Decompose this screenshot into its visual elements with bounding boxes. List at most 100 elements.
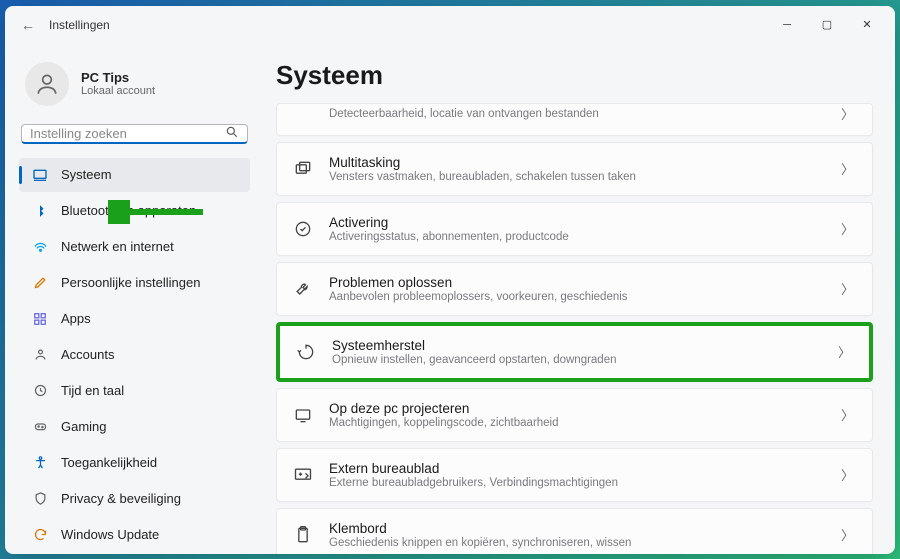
card-problemen[interactable]: Problemen oplossen Aanbevolen probleemop… bbox=[276, 262, 873, 316]
card-sub: Externe bureaubladgebruikers, Verbinding… bbox=[329, 477, 823, 489]
card-title: Extern bureaublad bbox=[329, 461, 823, 476]
chevron-right-icon: 〉 bbox=[834, 342, 855, 361]
app-title: Instellingen bbox=[49, 18, 110, 32]
page-title: Systeem bbox=[276, 60, 873, 91]
card-sub: Opnieuw instellen, geavanceerd opstarten… bbox=[332, 354, 820, 366]
card-title: Multitasking bbox=[329, 155, 823, 170]
chevron-right-icon: 〉 bbox=[837, 525, 858, 544]
card-title: Klembord bbox=[329, 521, 823, 536]
person-icon bbox=[34, 71, 60, 97]
chevron-right-icon: 〉 bbox=[837, 219, 858, 238]
clipboard-icon bbox=[291, 525, 315, 545]
card-nearby-share[interactable]: Detecteerbaarheid, locatie van ontvangen… bbox=[276, 103, 873, 136]
sidebar-item-bluetooth[interactable]: Bluetooth en apparaten bbox=[19, 194, 250, 228]
card-sub: Detecteerbaarheid, locatie van ontvangen… bbox=[329, 108, 823, 120]
apps-icon bbox=[31, 312, 49, 326]
card-text: Op deze pc projecteren Machtigingen, kop… bbox=[329, 401, 823, 429]
sidebar-item-label: Accounts bbox=[61, 347, 114, 362]
sidebar-item-apps[interactable]: Apps bbox=[19, 302, 250, 336]
content-area: Systeem Detecteerbaarheid, locatie van o… bbox=[260, 44, 895, 554]
project-icon bbox=[291, 405, 315, 425]
sidebar-item-label: Persoonlijke instellingen bbox=[61, 275, 200, 290]
card-multitasking[interactable]: Multitasking Vensters vastmaken, bureaub… bbox=[276, 142, 873, 196]
card-text: Klembord Geschiedenis knippen en kopiëre… bbox=[329, 521, 823, 549]
update-icon bbox=[31, 527, 49, 542]
titlebar: ← Instellingen ─ ▢ ✕ bbox=[5, 6, 895, 44]
sidebar-item-label: Apps bbox=[61, 311, 91, 326]
sidebar-item-label: Toegankelijkheid bbox=[61, 455, 157, 470]
search-box[interactable] bbox=[21, 124, 248, 144]
sidebar-item-accounts[interactable]: Accounts bbox=[19, 338, 250, 372]
sidebar-item-tijd[interactable]: Tijd en taal bbox=[19, 374, 250, 408]
recovery-icon bbox=[294, 342, 318, 362]
user-name: PC Tips bbox=[81, 70, 155, 85]
privacy-icon bbox=[31, 491, 49, 506]
card-sub: Aanbevolen probleemoplossers, voorkeuren… bbox=[329, 291, 823, 303]
time-icon bbox=[31, 383, 49, 398]
maximize-button[interactable]: ▢ bbox=[807, 9, 847, 41]
back-button[interactable]: ← bbox=[13, 17, 43, 33]
sidebar-item-systeem[interactable]: Systeem bbox=[19, 158, 250, 192]
card-text: Detecteerbaarheid, locatie van ontvangen… bbox=[329, 107, 823, 120]
accounts-icon bbox=[31, 347, 49, 362]
multitasking-icon bbox=[291, 159, 315, 179]
card-text: Problemen oplossen Aanbevolen probleemop… bbox=[329, 275, 823, 303]
card-extern-bureaublad[interactable]: Extern bureaublad Externe bureaubladgebr… bbox=[276, 448, 873, 502]
card-title: Problemen oplossen bbox=[329, 275, 823, 290]
card-sub: Geschiedenis knippen en kopiëren, synchr… bbox=[329, 537, 823, 549]
sidebar-item-privacy[interactable]: Privacy & beveiliging bbox=[19, 482, 250, 516]
user-subtitle: Lokaal account bbox=[81, 85, 155, 97]
gaming-icon bbox=[31, 419, 49, 434]
minimize-button[interactable]: ─ bbox=[767, 9, 807, 41]
window-controls: ─ ▢ ✕ bbox=[767, 9, 887, 41]
troubleshoot-icon bbox=[291, 279, 315, 299]
body: PC Tips Lokaal account Systeem bbox=[5, 44, 895, 554]
system-icon bbox=[31, 167, 49, 183]
card-sub: Vensters vastmaken, bureaubladen, schake… bbox=[329, 171, 823, 183]
card-activering[interactable]: Activering Activeringsstatus, abonnement… bbox=[276, 202, 873, 256]
sidebar-item-label: Privacy & beveiliging bbox=[61, 491, 181, 506]
avatar bbox=[25, 62, 69, 106]
card-title: Systeemherstel bbox=[332, 338, 820, 353]
card-sub: Activeringsstatus, abonnementen, product… bbox=[329, 231, 823, 243]
sidebar-item-windowsupdate[interactable]: Windows Update bbox=[19, 518, 250, 552]
chevron-right-icon: 〉 bbox=[837, 465, 858, 484]
card-sub: Machtigingen, koppelingscode, zichtbaarh… bbox=[329, 417, 823, 429]
search-icon bbox=[225, 125, 239, 142]
user-text: PC Tips Lokaal account bbox=[81, 70, 155, 97]
sidebar-item-toegankelijkheid[interactable]: Toegankelijkheid bbox=[19, 446, 250, 480]
search-input[interactable] bbox=[30, 126, 225, 141]
sidebar-item-label: Windows Update bbox=[61, 527, 159, 542]
card-text: Extern bureaublad Externe bureaubladgebr… bbox=[329, 461, 823, 489]
card-text: Multitasking Vensters vastmaken, bureaub… bbox=[329, 155, 823, 183]
nav: Systeem Bluetooth en apparaten Netwerk e… bbox=[19, 158, 250, 552]
card-title: Activering bbox=[329, 215, 823, 230]
card-projecteren[interactable]: Op deze pc projecteren Machtigingen, kop… bbox=[276, 388, 873, 442]
activation-icon bbox=[291, 219, 315, 239]
personalize-icon bbox=[31, 275, 49, 290]
card-title: Op deze pc projecteren bbox=[329, 401, 823, 416]
bluetooth-icon bbox=[31, 204, 49, 218]
sidebar-item-label: Gaming bbox=[61, 419, 107, 434]
network-icon bbox=[31, 239, 49, 254]
card-text: Activering Activeringsstatus, abonnement… bbox=[329, 215, 823, 243]
sidebar-item-label: Bluetooth en apparaten bbox=[61, 203, 196, 218]
sidebar-item-netwerk[interactable]: Netwerk en internet bbox=[19, 230, 250, 264]
settings-window: ← Instellingen ─ ▢ ✕ PC Tips Lokaal acco… bbox=[5, 6, 895, 554]
card-klembord[interactable]: Klembord Geschiedenis knippen en kopiëre… bbox=[276, 508, 873, 554]
chevron-right-icon: 〉 bbox=[837, 104, 858, 123]
sidebar-item-persoonlijk[interactable]: Persoonlijke instellingen bbox=[19, 266, 250, 300]
chevron-right-icon: 〉 bbox=[837, 159, 858, 178]
remote-desktop-icon bbox=[291, 465, 315, 485]
accessibility-icon bbox=[31, 455, 49, 470]
card-text: Systeemherstel Opnieuw instellen, geavan… bbox=[332, 338, 820, 366]
sidebar-item-gaming[interactable]: Gaming bbox=[19, 410, 250, 444]
chevron-right-icon: 〉 bbox=[837, 405, 858, 424]
sidebar-item-label: Netwerk en internet bbox=[61, 239, 174, 254]
card-systeemherstel[interactable]: Systeemherstel Opnieuw instellen, geavan… bbox=[276, 322, 873, 382]
sidebar: PC Tips Lokaal account Systeem bbox=[5, 44, 260, 554]
chevron-right-icon: 〉 bbox=[837, 279, 858, 298]
sidebar-item-label: Tijd en taal bbox=[61, 383, 124, 398]
close-button[interactable]: ✕ bbox=[847, 9, 887, 41]
user-block[interactable]: PC Tips Lokaal account bbox=[19, 54, 250, 120]
